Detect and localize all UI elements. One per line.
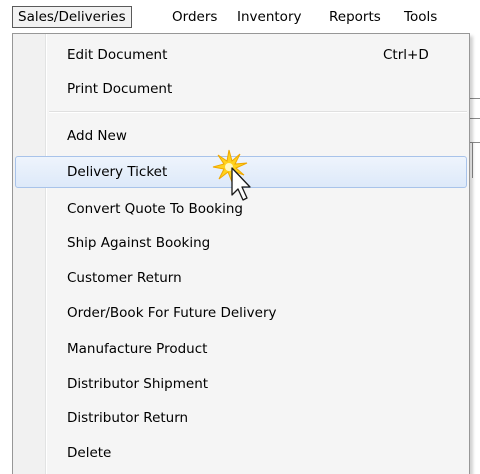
- menu-item-edit-document[interactable]: Edit Document Ctrl+D: [15, 39, 467, 71]
- menu-item-label: Distributor Return: [67, 410, 189, 426]
- sales-deliveries-dropdown: Edit Document Ctrl+D Print Document Add …: [12, 33, 470, 474]
- menu-sales-deliveries[interactable]: Sales/Deliveries: [12, 6, 132, 28]
- background-divider: [472, 142, 473, 178]
- menu-item-ship-against-booking[interactable]: Ship Against Booking: [15, 227, 467, 259]
- menu-item-label: Ship Against Booking: [67, 235, 211, 251]
- menu-item-manufacture-product[interactable]: Manufacture Product: [15, 333, 467, 365]
- menu-item-label: Manufacture Product: [67, 341, 208, 357]
- menu-tools[interactable]: Tools: [398, 6, 480, 28]
- menu-item-label: Delete: [67, 445, 112, 461]
- menu-item-label: Order/Book For Future Delivery: [67, 305, 277, 321]
- menu-item-print-document[interactable]: Print Document: [15, 73, 467, 105]
- menu-item-label: Print Document: [67, 81, 173, 97]
- menu-item-label: Distributor Shipment: [67, 376, 209, 392]
- mouse-pointer-icon: [212, 149, 251, 201]
- menu-reports[interactable]: Reports: [323, 6, 387, 28]
- menu-item-order-book-future-delivery[interactable]: Order/Book For Future Delivery: [15, 297, 467, 329]
- menu-item-shortcut: Ctrl+D: [383, 47, 429, 63]
- menu-inventory[interactable]: Inventory: [231, 6, 307, 28]
- click-burst-icon: [212, 149, 248, 183]
- menu-item-delete[interactable]: Delete: [15, 437, 467, 469]
- menu-bar: Sales/Deliveries Orders Inventory Report…: [0, 0, 480, 34]
- menu-separator: [49, 111, 467, 113]
- menu-item-customer-return[interactable]: Customer Return: [15, 262, 467, 294]
- menu-orders[interactable]: Orders: [166, 6, 223, 28]
- menu-item-label: Delivery Ticket: [67, 164, 168, 180]
- menu-item-distributor-return[interactable]: Distributor Return: [15, 402, 467, 434]
- menu-item-label: Edit Document: [67, 47, 168, 63]
- menu-item-label: Add New: [67, 128, 127, 144]
- menu-item-label: Customer Return: [67, 270, 182, 286]
- menu-item-distributor-shipment[interactable]: Distributor Shipment: [15, 368, 467, 400]
